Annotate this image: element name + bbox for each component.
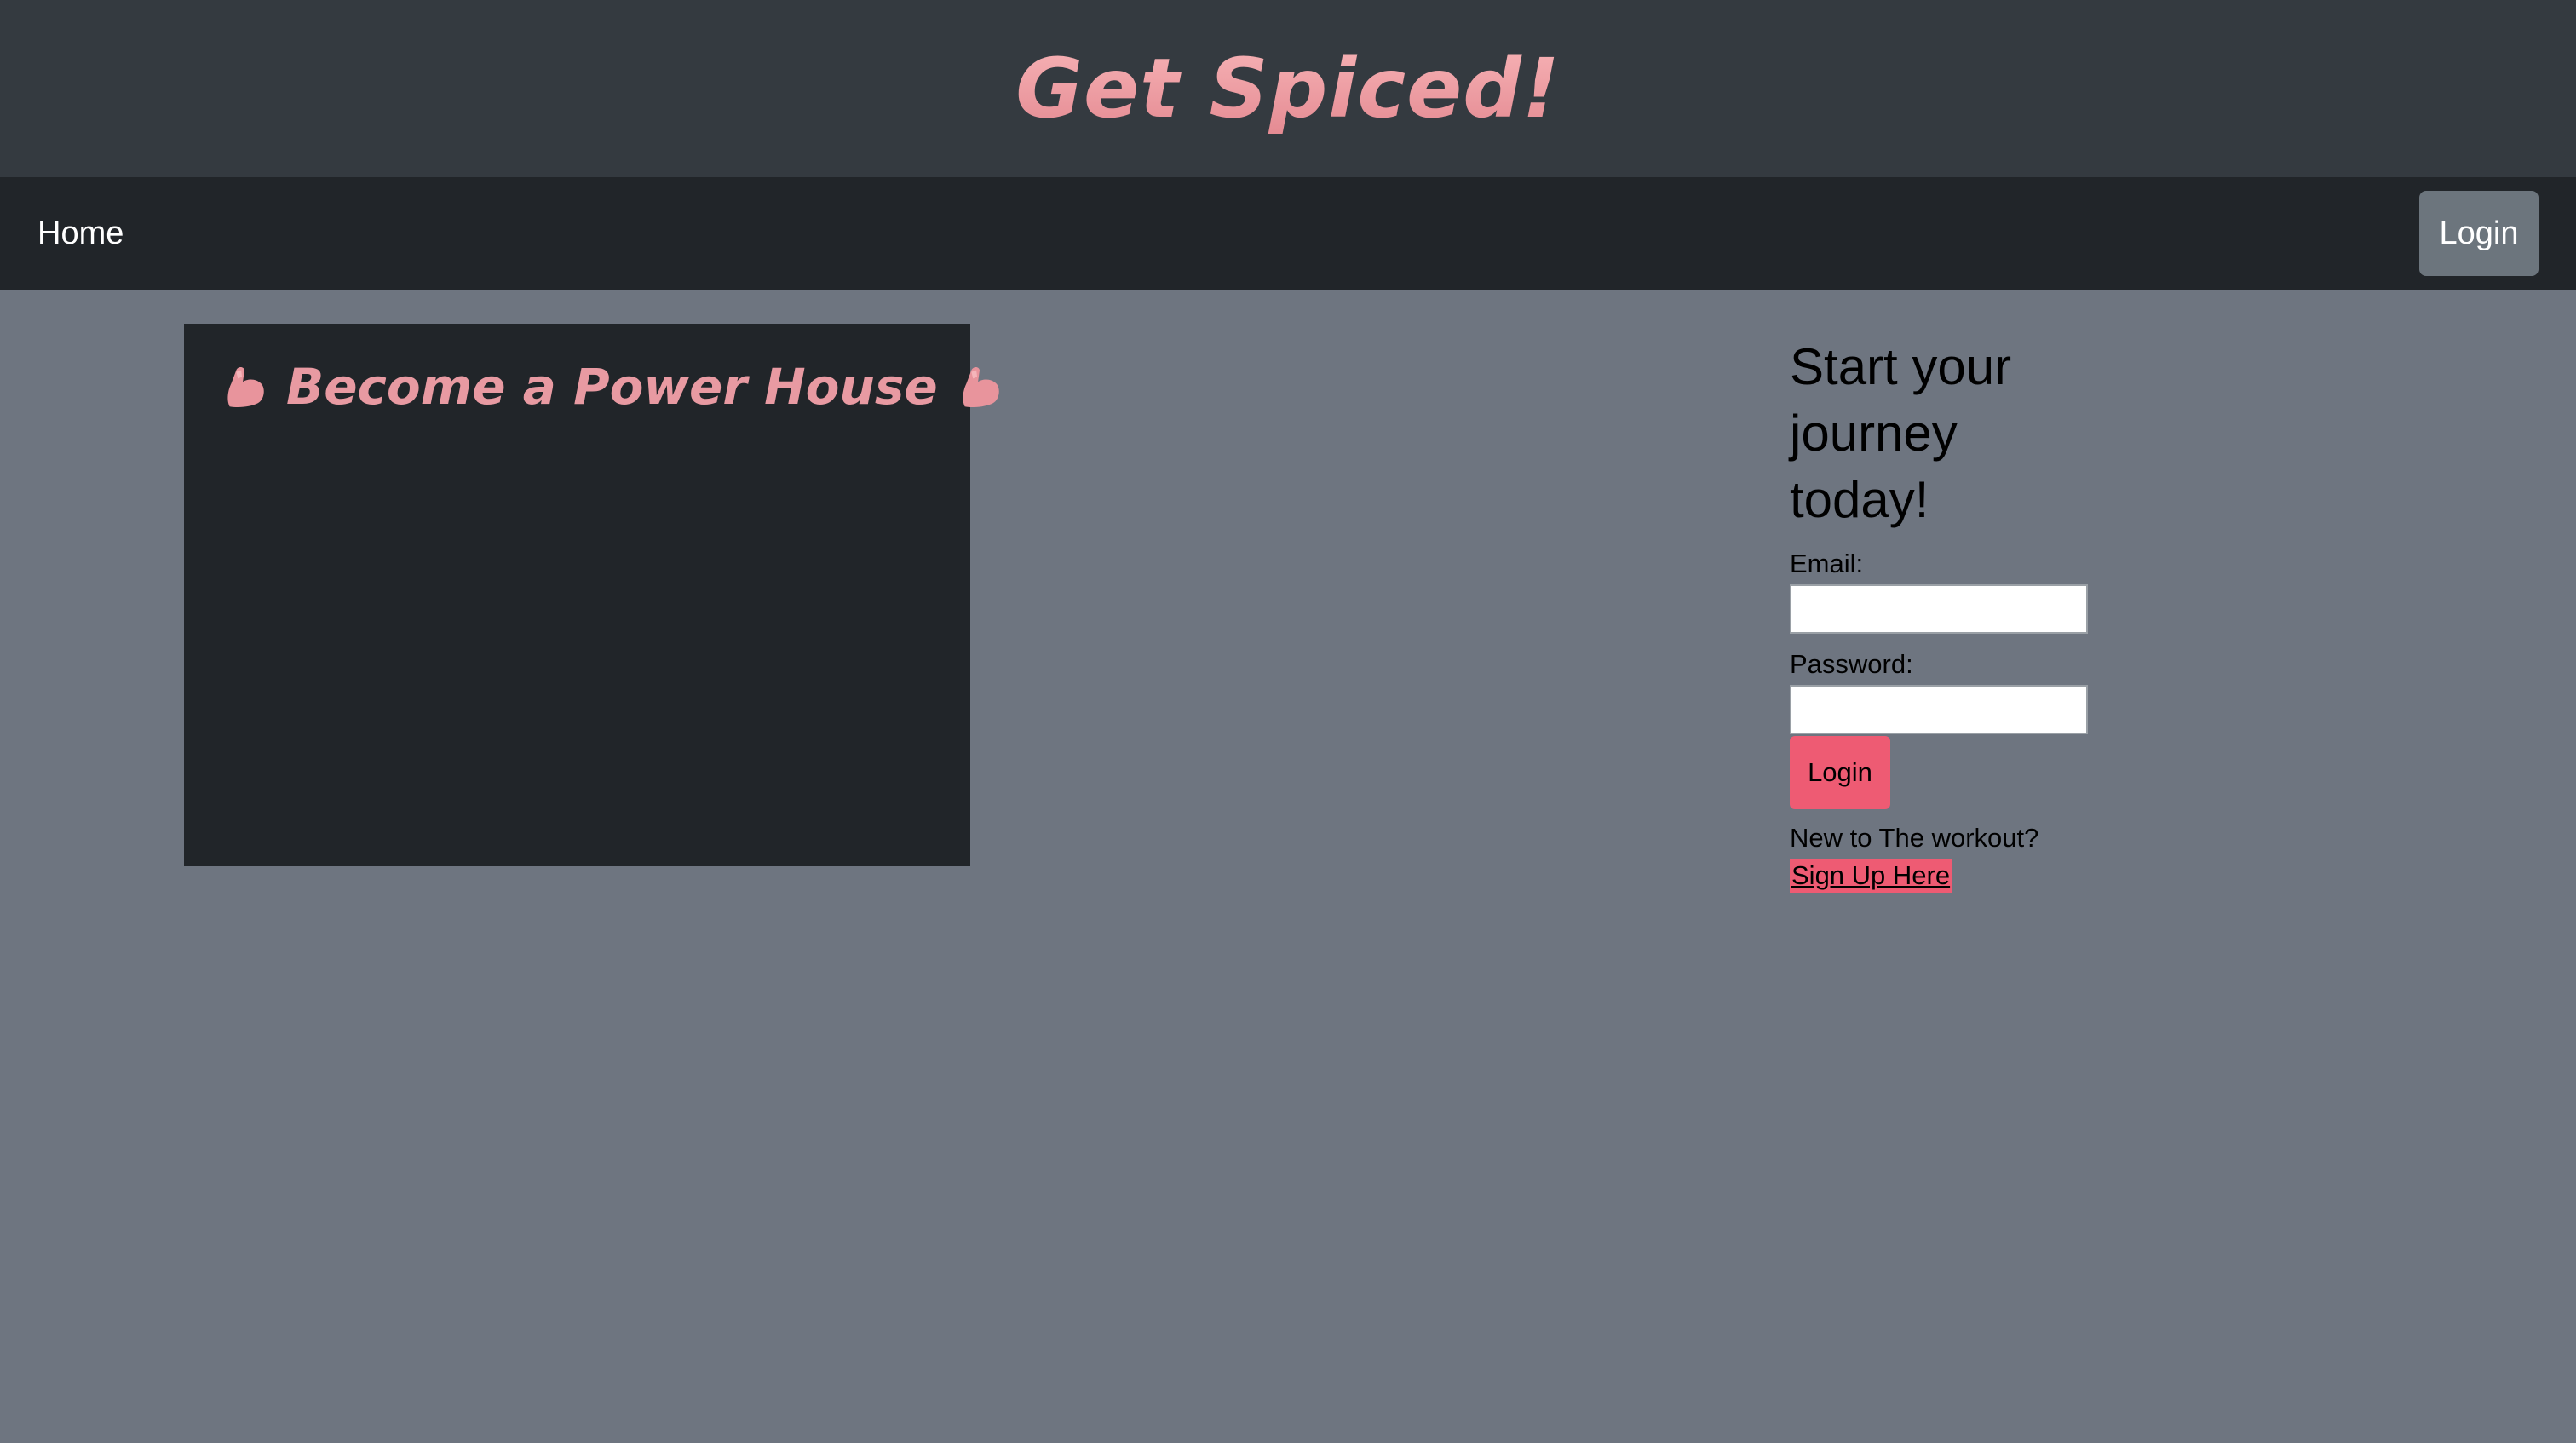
- email-label: Email:: [1790, 549, 1864, 578]
- form-heading: Start your journey today!: [1790, 338, 2012, 528]
- hero-title: Become a Power House: [218, 358, 999, 416]
- signup-prompt: New to The workout?: [1790, 823, 2039, 853]
- nav-login-button[interactable]: Login: [2419, 191, 2539, 276]
- page: Get Spiced! Home Login Become a Power Ho…: [0, 0, 2576, 1443]
- brand-title: Get Spiced!: [1015, 41, 1561, 136]
- email-field[interactable]: [1790, 584, 2088, 634]
- hero-title-text: Become a Power House: [286, 358, 938, 416]
- navbar: Home Login: [0, 177, 2576, 290]
- nav-home-link[interactable]: Home: [37, 211, 124, 256]
- signup-link[interactable]: Sign Up Here: [1790, 859, 1952, 893]
- password-label: Password:: [1790, 649, 1913, 679]
- login-submit-button[interactable]: Login: [1790, 736, 1890, 809]
- hero-panel: Become a Power House: [184, 324, 999, 866]
- flexed-biceps-icon: [218, 360, 271, 413]
- site-header: Get Spiced!: [0, 0, 2576, 177]
- password-field[interactable]: [1790, 685, 2088, 734]
- flexed-biceps-icon: [953, 360, 1006, 413]
- login-form: Start your journey today! Email: Passwor…: [1790, 334, 2130, 893]
